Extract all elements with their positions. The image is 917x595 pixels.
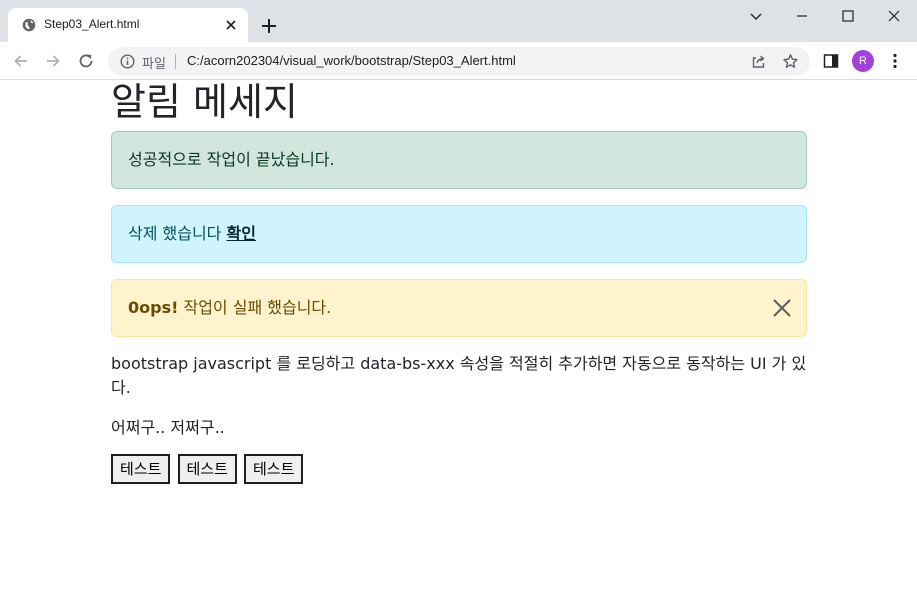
test-button-3[interactable]: 테스트 (244, 454, 304, 484)
profile-avatar[interactable]: R (852, 50, 874, 72)
bookmark-star-icon[interactable] (782, 53, 799, 70)
page-container: 알림 메세지 성공적으로 작업이 끝났습니다. 삭제 했습니다 확인 0ops!… (111, 80, 807, 484)
alert-warning-strong: 0ops! (128, 298, 179, 317)
menu-kebab-icon[interactable] (886, 52, 904, 70)
alert-success-text: 성공적으로 작업이 끝났습니다. (128, 150, 335, 169)
minimize-icon[interactable] (794, 8, 810, 24)
button-row: 테스트 테스트 테스트 (111, 454, 807, 484)
secondary-paragraph: 어쩌구.. 저쩌구.. (111, 418, 225, 437)
alert-success: 성공적으로 작업이 끝났습니다. (111, 131, 807, 189)
test-button-2[interactable]: 테스트 (177, 454, 237, 484)
forward-icon[interactable] (44, 52, 62, 70)
new-tab-icon[interactable] (260, 17, 278, 35)
url-scheme-label: 파일 (142, 57, 166, 72)
alert-info-link[interactable]: 확인 (227, 224, 256, 243)
alert-warning-text: 작업이 실패 했습니다. (178, 298, 332, 317)
tab-search-chevron-icon[interactable] (748, 8, 764, 24)
reload-icon[interactable] (77, 52, 95, 70)
alert-info: 삭제 했습니다 확인 (111, 205, 807, 263)
close-tab-icon[interactable] (224, 18, 238, 32)
share-icon[interactable] (750, 53, 767, 70)
url-text[interactable]: C:/acorn202304/visual_work/bootstrap/Ste… (187, 53, 516, 68)
globe-icon (22, 18, 36, 32)
info-icon[interactable] (120, 54, 135, 69)
alert-warning: 0ops! 작업이 실패 했습니다. (111, 279, 807, 337)
address-bar[interactable]: 파일 C:/acorn202304/visual_work/bootstrap/… (108, 47, 810, 76)
maximize-icon[interactable] (840, 8, 856, 24)
close-icon[interactable] (772, 298, 792, 318)
tab-title: Step03_Alert.html (44, 17, 140, 31)
url-separator (175, 54, 176, 69)
close-window-icon[interactable] (886, 8, 902, 24)
test-button-1[interactable]: 테스트 (111, 454, 171, 484)
back-icon[interactable] (12, 52, 30, 70)
alert-info-text: 삭제 했습니다 (128, 224, 227, 243)
description-paragraph: bootstrap javascript 를 로딩하고 data-bs-xxx … (111, 354, 807, 397)
browser-toolbar: 파일 C:/acorn202304/visual_work/bootstrap/… (0, 42, 917, 80)
side-panel-icon[interactable] (822, 52, 840, 70)
tab-strip: Step03_Alert.html (0, 0, 917, 42)
browser-tab[interactable]: Step03_Alert.html (8, 8, 248, 42)
page-title: 알림 메세지 (111, 80, 298, 124)
